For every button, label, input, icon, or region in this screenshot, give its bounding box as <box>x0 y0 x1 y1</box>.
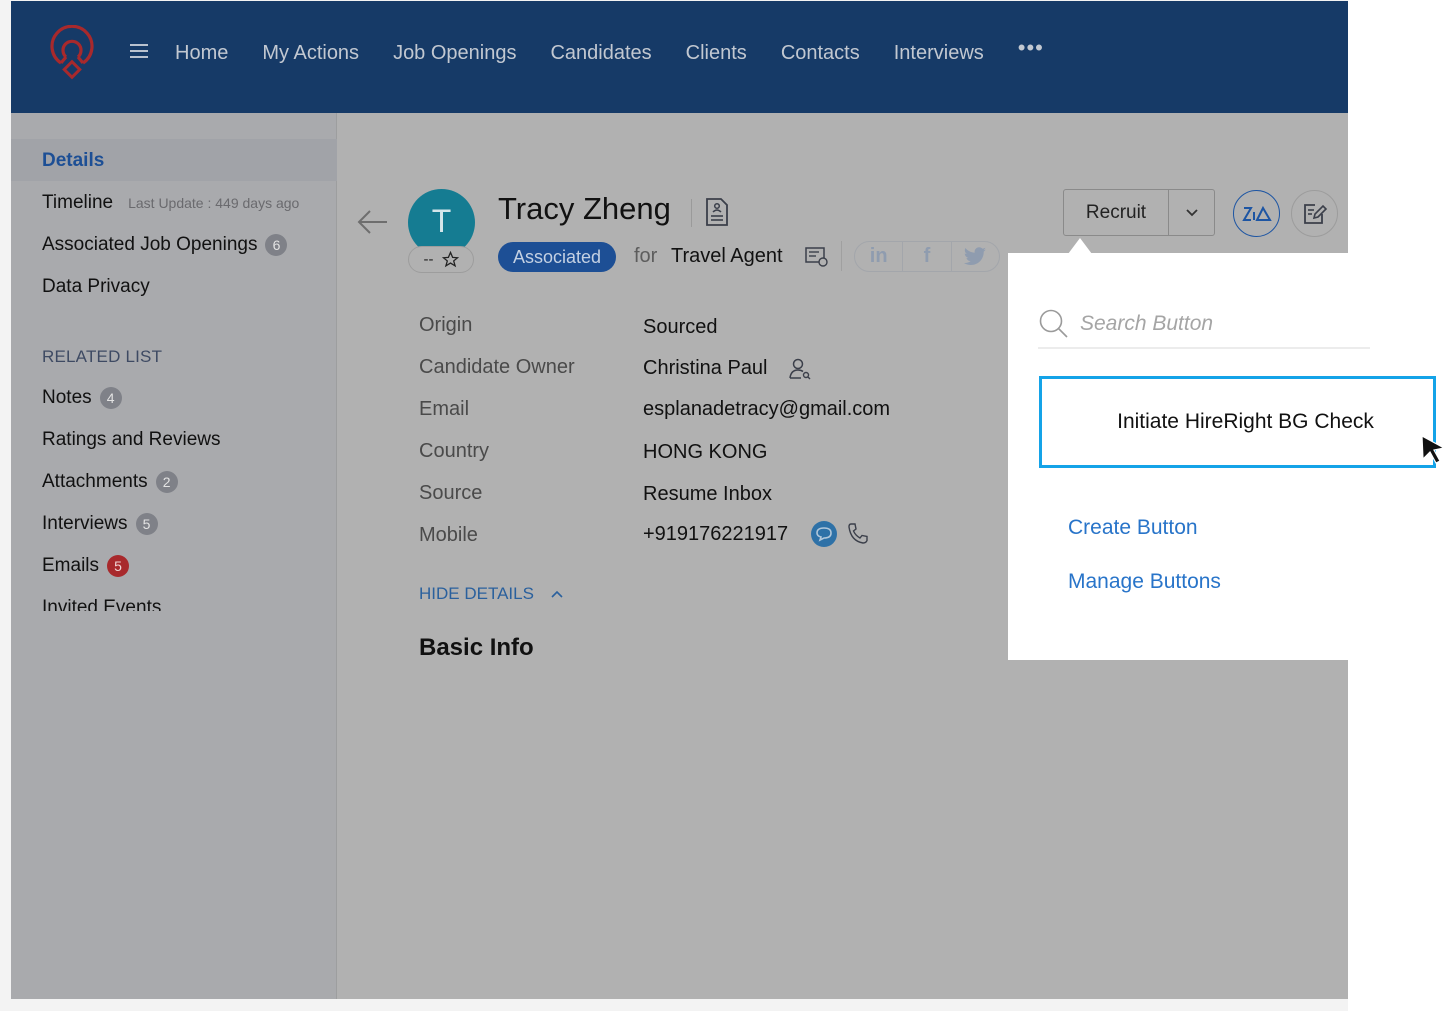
section-title-basic-info: Basic Info <box>419 634 534 661</box>
sidebar-item-emails[interactable]: Emails 5 <box>42 555 130 577</box>
sidebar-item-interviews[interactable]: Interviews 5 <box>42 513 158 535</box>
sidebar-item-invited-events[interactable]: Invited Events <box>42 597 161 611</box>
candidate-name: Tracy Zheng <box>498 191 671 226</box>
zia-icon <box>1241 205 1272 221</box>
sidebar-item-ratings-and-reviews[interactable]: Ratings and Reviews <box>42 429 220 451</box>
field-label-candidate-owner: Candidate Owner <box>419 356 575 378</box>
status-badge[interactable]: Associated <box>498 242 617 272</box>
count-badge: 6 <box>265 234 288 256</box>
nav-item-clients[interactable]: Clients <box>686 39 747 67</box>
custom-buttons-popover: Initiate HireRight BG Check Create Butto… <box>1008 253 1445 660</box>
edit-button[interactable] <box>1291 190 1338 237</box>
search-button-field <box>1038 301 1370 349</box>
back-arrow-icon[interactable] <box>356 208 390 236</box>
field-value-text: Resume Inbox <box>643 483 772 505</box>
field-value-text: Christina Paul <box>643 357 768 379</box>
manage-buttons-link[interactable]: Manage Buttons <box>1068 570 1221 594</box>
count-badge: 4 <box>99 387 122 409</box>
recruit-split-button: Recruit <box>1063 189 1215 236</box>
social-links: in f <box>854 241 1000 272</box>
linkedin-icon[interactable]: in <box>855 242 904 271</box>
sidebar-item-label: Invited Events <box>42 597 162 611</box>
sidebar-item-label: Interviews <box>42 513 128 534</box>
search-icon <box>1039 309 1068 338</box>
sidebar-item-notes[interactable]: Notes 4 <box>42 387 122 409</box>
sidebar-item-label: Emails <box>42 555 100 576</box>
star-icon[interactable] <box>441 251 459 268</box>
field-label-origin: Origin <box>419 314 473 336</box>
field-value-country: HONG KONG <box>643 441 767 464</box>
sidebar-scroll-clip: Invited Events <box>11 597 337 611</box>
field-value-candidate-owner: Christina Paul <box>643 357 812 380</box>
twitter-icon[interactable] <box>952 242 999 271</box>
rating-pill[interactable]: -- <box>408 246 474 273</box>
nav-items: Home My Actions Job Openings Candidates … <box>175 37 1044 67</box>
zia-button[interactable] <box>1233 190 1280 237</box>
recruit-button[interactable]: Recruit <box>1064 190 1169 235</box>
sidebar-item-timeline[interactable]: Timeline Last Update : 449 days ago <box>42 192 299 214</box>
count-badge: 5 <box>107 555 130 577</box>
timeline-last-update: Last Update : 449 days ago <box>128 195 300 211</box>
change-job-icon[interactable] <box>805 247 829 267</box>
divider <box>841 241 842 271</box>
recruit-dropdown-button[interactable] <box>1169 190 1214 235</box>
nav-item-contacts[interactable]: Contacts <box>781 39 860 67</box>
rating-value: -- <box>423 251 434 268</box>
popover-arrow <box>1068 238 1092 254</box>
edit-icon <box>1303 203 1327 224</box>
nav-item-candidates[interactable]: Candidates <box>550 39 651 67</box>
field-value-origin: Sourced <box>643 316 718 339</box>
more-icon[interactable]: ••• <box>1018 37 1044 65</box>
chevron-up-icon <box>551 590 563 598</box>
related-list-heading: RELATED LIST <box>42 347 163 366</box>
top-navigation: Home My Actions Job Openings Candidates … <box>11 1 1348 113</box>
sidebar-item-details[interactable]: Details <box>42 150 104 172</box>
sidebar-item-data-privacy[interactable]: Data Privacy <box>42 276 150 298</box>
user-search-icon[interactable] <box>788 358 812 380</box>
phone-icon[interactable] <box>846 522 870 546</box>
field-value-mobile: +919176221917 <box>643 520 870 548</box>
field-label-mobile: Mobile <box>419 524 478 546</box>
resume-icon[interactable] <box>704 197 730 227</box>
mouse-cursor-icon <box>1421 434 1445 464</box>
nav-item-interviews[interactable]: Interviews <box>894 39 984 67</box>
field-value-email[interactable]: esplanadetracy@gmail.com <box>643 398 890 421</box>
hamburger-menu-icon[interactable] <box>130 44 148 58</box>
sidebar-item-label: Details <box>42 150 105 171</box>
field-value-text[interactable]: esplanadetracy@gmail.com <box>643 398 890 421</box>
job-opening-link[interactable]: Travel Agent <box>671 245 783 268</box>
search-button-input[interactable] <box>1080 312 1360 336</box>
field-value-source: Resume Inbox <box>643 483 772 506</box>
sidebar-item-label: Data Privacy <box>42 276 150 297</box>
sidebar: Details Timeline Last Update : 449 days … <box>11 113 337 999</box>
field-value-text: Sourced <box>643 316 718 338</box>
sidebar-item-label: Notes <box>42 387 92 408</box>
divider <box>691 199 692 227</box>
count-badge: 5 <box>135 513 158 535</box>
sidebar-item-associated-job-openings[interactable]: Associated Job Openings 6 <box>42 234 288 256</box>
create-button-link[interactable]: Create Button <box>1068 516 1198 540</box>
custom-button-initiate-hireright-bg-check[interactable]: Initiate HireRight BG Check <box>1039 376 1436 468</box>
chat-icon[interactable] <box>810 520 838 548</box>
sidebar-item-attachments[interactable]: Attachments 2 <box>42 471 178 493</box>
sidebar-item-label: Ratings and Reviews <box>42 429 221 450</box>
field-value-text: HONG KONG <box>643 441 768 463</box>
hide-details-label: HIDE DETAILS <box>419 584 534 603</box>
nav-item-job-openings[interactable]: Job Openings <box>393 39 516 67</box>
field-label-country: Country <box>419 440 490 462</box>
field-label-source: Source <box>419 482 483 504</box>
count-badge: 2 <box>155 471 178 493</box>
hide-details-toggle[interactable]: HIDE DETAILS <box>419 584 564 604</box>
sidebar-item-label: Timeline <box>42 192 114 213</box>
field-label-email: Email <box>419 398 470 420</box>
facebook-icon[interactable]: f <box>903 242 952 271</box>
nav-item-my-actions[interactable]: My Actions <box>262 39 359 67</box>
field-value-text: +919176221917 <box>643 522 789 545</box>
recruit-logo-icon[interactable] <box>47 25 97 81</box>
chevron-down-icon <box>1185 209 1198 217</box>
sidebar-item-label: Associated Job Openings <box>42 234 258 255</box>
sidebar-item-label: Attachments <box>42 471 148 492</box>
nav-item-home[interactable]: Home <box>175 39 228 67</box>
for-label: for <box>634 245 658 267</box>
